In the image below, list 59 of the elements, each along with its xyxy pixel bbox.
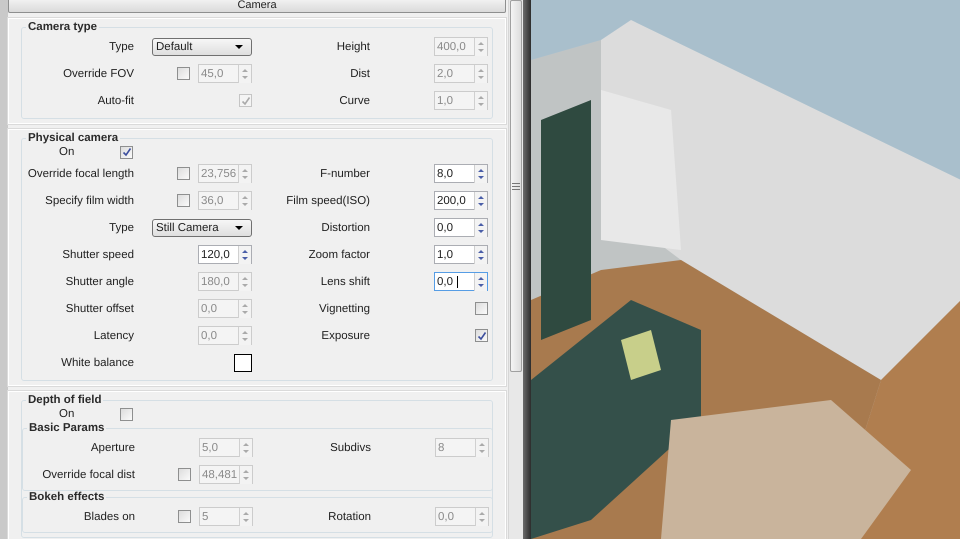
spin-field[interactable]: 120,0 [198, 245, 252, 264]
scrollbar-thumb[interactable] [510, 0, 522, 372]
spinner-arrows-icon[interactable] [474, 164, 487, 182]
field-label: Override focal dist [42, 468, 135, 480]
group-title: Basic Params [28, 422, 106, 434]
dropdown[interactable]: Default [152, 38, 252, 56]
color-swatch[interactable] [234, 354, 252, 372]
spin-field[interactable]: 0,0 [434, 272, 488, 291]
checkbox[interactable] [475, 302, 488, 315]
field-label: Shutter angle [66, 276, 134, 288]
field-label: Override FOV [63, 68, 134, 80]
field-label: Shutter offset [66, 302, 134, 314]
checkbox[interactable] [120, 146, 134, 158]
grip-icon [512, 182, 520, 190]
panel-title[interactable]: Camera [8, 0, 506, 13]
field-label: Zoom factor [308, 248, 370, 260]
spinner-arrows-icon[interactable] [474, 192, 487, 210]
dropdown[interactable]: Still Camera [152, 218, 252, 236]
group-title: Depth of field [27, 394, 102, 406]
checkbox[interactable] [120, 408, 134, 420]
caret-icon [235, 44, 243, 48]
field-label: On [59, 408, 74, 420]
spinner-arrows-icon[interactable] [474, 272, 487, 290]
caret-icon [235, 226, 243, 230]
field-label: Height [336, 40, 370, 52]
checkbox[interactable] [475, 329, 488, 342]
spin-field[interactable]: 8,0 [434, 164, 488, 183]
field-label: White balance [61, 356, 134, 368]
group-title: Bokeh effects [28, 491, 106, 503]
field-label: Latency [94, 330, 134, 342]
group-title: Physical camera [27, 132, 120, 144]
field-label: Lens shift [320, 276, 370, 288]
field-label: Rotation [328, 510, 371, 522]
field-label: Exposure [321, 330, 370, 342]
field-label: Vignetting [319, 302, 370, 314]
spin-field[interactable]: 200,0 [434, 191, 488, 210]
spinner-arrows-icon[interactable] [238, 246, 251, 264]
spinner-arrows-icon[interactable] [474, 218, 487, 236]
spin-field[interactable]: 0,0 [434, 218, 488, 237]
field-label: Override focal length [28, 168, 134, 180]
field-label: Distortion [321, 222, 370, 234]
field-label: On [59, 146, 74, 158]
field-label: F-number [320, 168, 370, 180]
field-label: Specify film width [45, 194, 134, 206]
field-label: Blades on [84, 510, 135, 522]
field-label: Type [109, 222, 134, 234]
field-label: Film speed(ISO) [286, 194, 370, 206]
field-label: Shutter speed [62, 248, 134, 260]
field-label: Curve [339, 94, 370, 106]
scrollbar[interactable] [508, 0, 523, 539]
field-label: Type [109, 40, 134, 52]
field-label: Dist [350, 68, 370, 80]
group-title: Camera type [27, 21, 98, 33]
spinner-arrows-icon[interactable] [474, 246, 487, 264]
splitter-bar[interactable] [523, 0, 531, 539]
field-label: Aperture [90, 442, 135, 454]
spin-field[interactable]: 1,0 [434, 245, 488, 264]
field-label: Auto-fit [98, 94, 134, 106]
field-label: Subdivs [330, 442, 371, 454]
